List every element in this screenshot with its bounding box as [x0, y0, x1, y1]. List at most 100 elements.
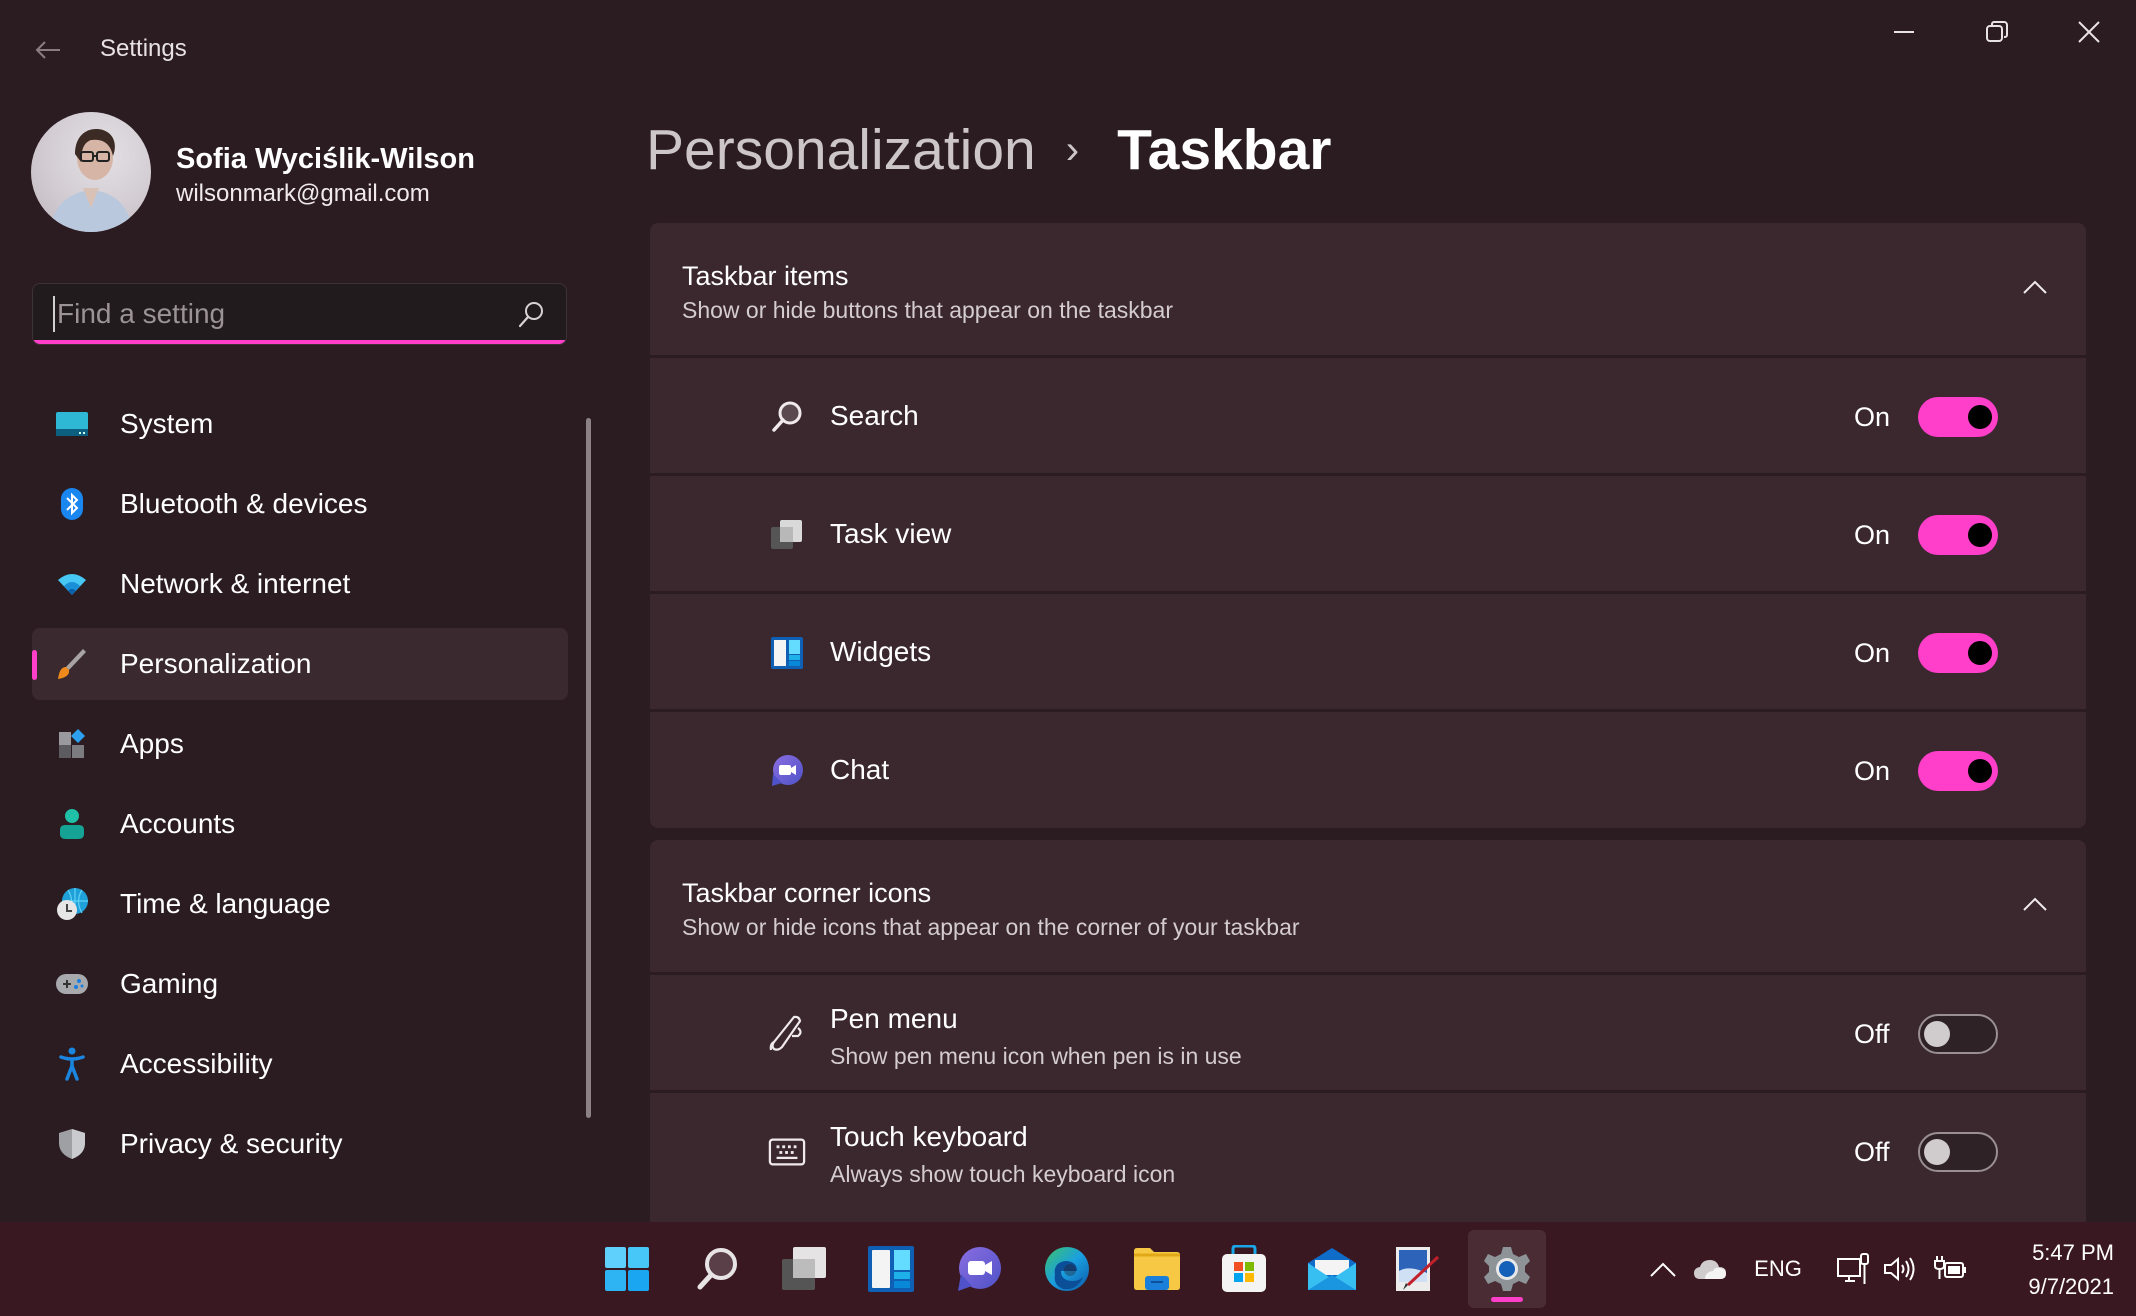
- pen-icon: [768, 1015, 806, 1053]
- sidebar-scrollbar[interactable]: [586, 418, 591, 1118]
- close-button[interactable]: [2044, 8, 2134, 56]
- setting-row-pen-menu: Pen menu Show pen menu icon when pen is …: [650, 975, 2086, 1093]
- section-title: Taskbar items: [682, 261, 849, 291]
- taskbar-file-explorer-button[interactable]: [1118, 1230, 1196, 1308]
- volume-tray-button[interactable]: [1880, 1222, 1920, 1316]
- user-email: wilsonmark@gmail.com: [176, 180, 430, 207]
- chat-toggle[interactable]: [1918, 751, 1998, 791]
- input-language-button[interactable]: ENG: [1748, 1222, 1808, 1316]
- setting-label: Task view: [830, 518, 952, 549]
- setting-label: Touch keyboard: [830, 1121, 1028, 1152]
- sidebar-item-label: Network & internet: [120, 568, 351, 599]
- onedrive-tray-button[interactable]: [1690, 1222, 1730, 1316]
- search-input[interactable]: [53, 296, 493, 332]
- ethernet-network-icon: [1837, 1253, 1869, 1284]
- system-icon: [54, 406, 90, 442]
- chat-icon: [958, 1247, 1001, 1291]
- apps-icon: [54, 726, 90, 762]
- sidebar-item-accessibility[interactable]: Accessibility: [32, 1028, 568, 1100]
- sidebar-item-gaming[interactable]: Gaming: [32, 948, 568, 1020]
- person-icon: [54, 806, 90, 842]
- task-view-icon: [768, 516, 806, 554]
- sidebar-item-system[interactable]: System: [32, 388, 568, 460]
- search-box: [32, 283, 567, 345]
- sidebar-item-bluetooth[interactable]: Bluetooth & devices: [32, 468, 568, 540]
- setting-label: Chat: [830, 754, 890, 785]
- taskbar-chat-button[interactable]: [940, 1230, 1018, 1308]
- page-title: Taskbar: [1117, 118, 1332, 182]
- back-button[interactable]: [28, 30, 68, 70]
- widgets-toggle[interactable]: [1918, 633, 1998, 673]
- section-taskbar-items: Taskbar items Show or hide buttons that …: [650, 223, 2086, 828]
- back-arrow-icon: [35, 41, 60, 59]
- section-subtitle: Show or hide buttons that appear on the …: [682, 297, 1173, 323]
- taskbar-start-button[interactable]: [588, 1230, 666, 1308]
- avatar[interactable]: [31, 112, 151, 232]
- restore-button[interactable]: [1952, 8, 2042, 56]
- sidebar-item-label: Bluetooth & devices: [120, 488, 368, 519]
- toggle-state-label: Off: [1854, 1019, 1890, 1049]
- taskbar-widgets-button[interactable]: [852, 1230, 930, 1308]
- accessibility-icon: [54, 1046, 90, 1082]
- search-icon: [518, 302, 543, 328]
- toggle-state-label: On: [1854, 638, 1891, 668]
- windows-start-icon: [605, 1247, 649, 1291]
- minimize-icon: [1894, 31, 1914, 33]
- chevron-up-icon[interactable]: [2020, 273, 2050, 303]
- taskbar-mail-button[interactable]: [1293, 1230, 1371, 1308]
- setting-label: Search: [830, 400, 919, 431]
- toggle-state-label: On: [1854, 756, 1891, 786]
- sidebar-item-apps[interactable]: Apps: [32, 708, 568, 780]
- toggle-state-label: Off: [1854, 1137, 1890, 1167]
- sidebar-item-label: Apps: [120, 728, 184, 759]
- taskbar-store-button[interactable]: [1205, 1230, 1283, 1308]
- setting-row-task-view: Task view On: [650, 476, 2086, 594]
- task-view-toggle[interactable]: [1918, 515, 1998, 555]
- user-photo: [49, 129, 133, 232]
- taskbar-settings-button[interactable]: [1468, 1230, 1546, 1308]
- search-button[interactable]: [516, 300, 546, 330]
- mail-icon: [1308, 1248, 1356, 1290]
- minimize-button[interactable]: [1860, 8, 1950, 56]
- setting-row-touch-keyboard: Touch keyboard Always show touch keyboar…: [650, 1093, 2086, 1211]
- pen-menu-toggle[interactable]: [1918, 1014, 1998, 1054]
- show-hidden-icons-button[interactable]: [1645, 1222, 1681, 1316]
- network-tray-button[interactable]: [1834, 1222, 1874, 1316]
- sidebar-item-accounts[interactable]: Accounts: [32, 788, 568, 860]
- setting-row-search: Search On: [650, 358, 2086, 476]
- sidebar-item-label: Accounts: [120, 808, 236, 839]
- keyboard-icon: [768, 1133, 806, 1171]
- setting-label: Pen menu: [830, 1003, 958, 1034]
- taskbar: ENG 5:47 PM 9/7/2021: [0, 1222, 2136, 1316]
- sidebar-item-label: Gaming: [120, 968, 219, 999]
- toggle-state-label: On: [1854, 520, 1891, 550]
- sidebar-item-time-language[interactable]: Time & language: [32, 868, 568, 940]
- clock-date: 9/7/2021: [2028, 1274, 2114, 1299]
- taskbar-edge-button[interactable]: [1028, 1230, 1106, 1308]
- section-header[interactable]: Taskbar items Show or hide buttons that …: [650, 223, 2086, 358]
- taskbar-paint-button[interactable]: [1378, 1230, 1456, 1308]
- close-icon: [2078, 21, 2100, 43]
- setting-label: Widgets: [830, 636, 932, 667]
- taskbar-search-button[interactable]: [678, 1230, 756, 1308]
- touch-keyboard-toggle[interactable]: [1918, 1132, 1998, 1172]
- breadcrumb-separator-icon: ›: [1065, 127, 1080, 172]
- chevron-up-icon[interactable]: [2020, 890, 2050, 920]
- restore-icon: [1986, 21, 2008, 42]
- breadcrumb-parent[interactable]: Personalization: [646, 117, 1036, 183]
- sidebar-item-label: System: [120, 408, 214, 439]
- sidebar-item-privacy-security[interactable]: Privacy & security: [32, 1108, 568, 1180]
- sidebar-item-personalization[interactable]: Personalization: [32, 628, 568, 700]
- sidebar-item-network[interactable]: Network & internet: [32, 548, 568, 620]
- setting-description: Always show touch keyboard icon: [830, 1161, 1176, 1187]
- taskbar-task-view-button[interactable]: [765, 1230, 843, 1308]
- clock[interactable]: 5:47 PM 9/7/2021: [2028, 1236, 2114, 1304]
- search-toggle[interactable]: [1918, 397, 1998, 437]
- sidebar-nav: System Bluetooth & devices Network & int…: [32, 388, 568, 1188]
- paint-icon: [1396, 1247, 1440, 1291]
- battery-tray-button[interactable]: [1930, 1222, 1970, 1316]
- wifi-icon: [54, 566, 90, 602]
- globe-clock-icon: [54, 886, 90, 922]
- section-title: Taskbar corner icons: [682, 878, 932, 908]
- section-header[interactable]: Taskbar corner icons Show or hide icons …: [650, 840, 2086, 975]
